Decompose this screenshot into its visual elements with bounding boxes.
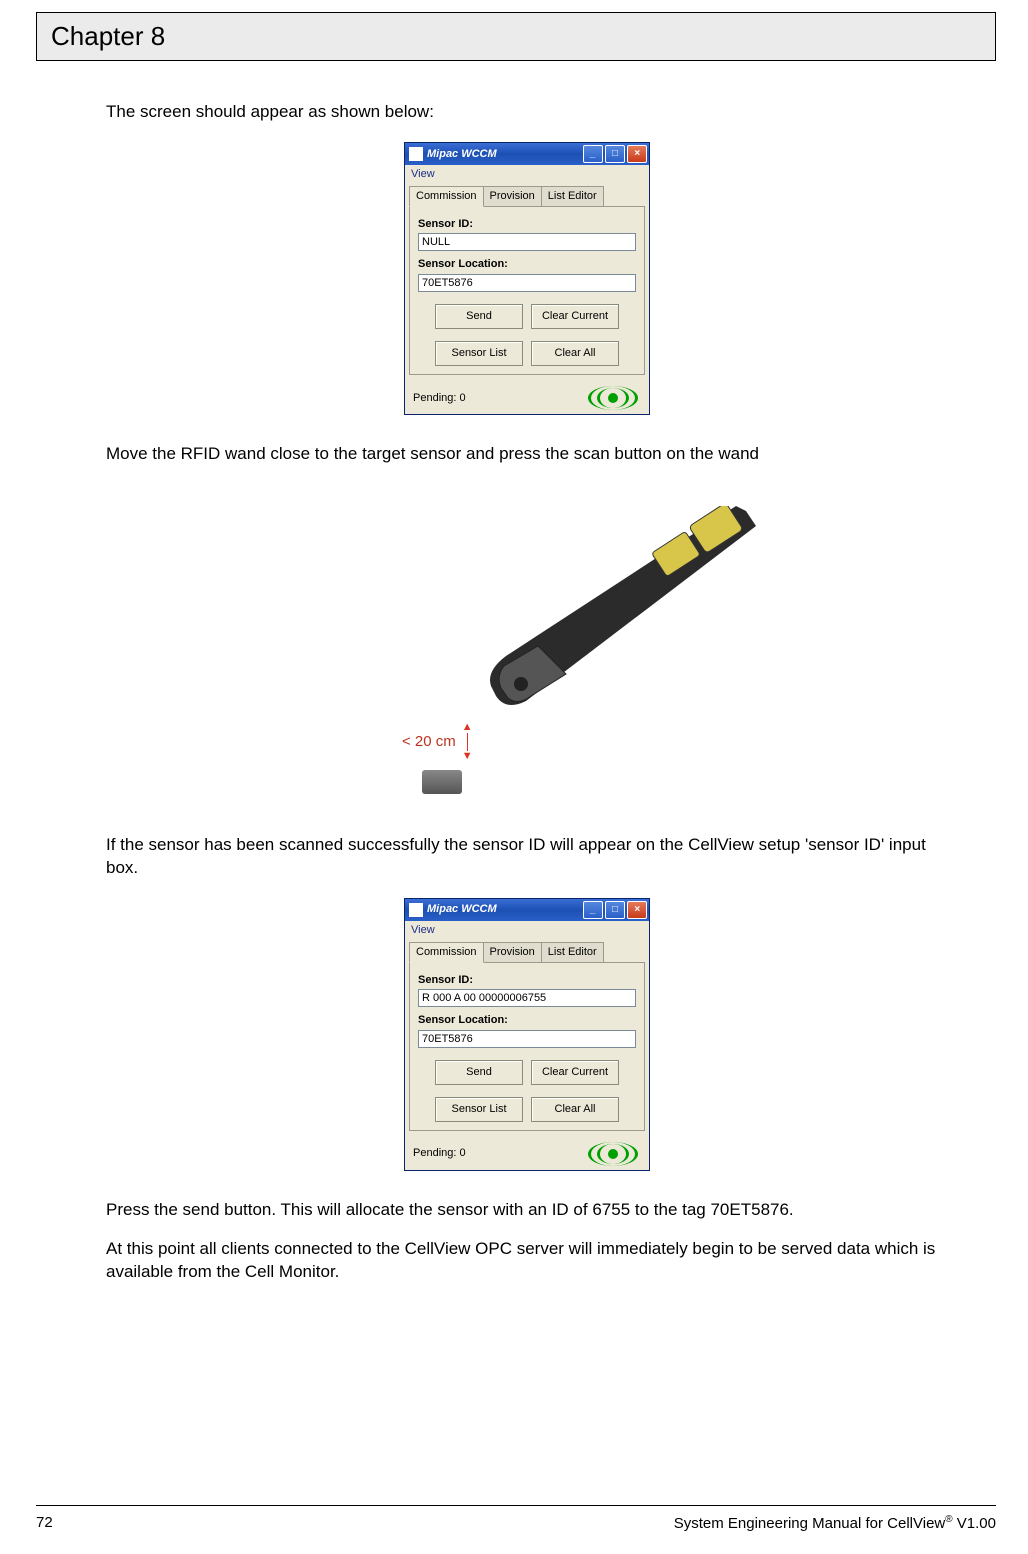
paragraph-1: The screen should appear as shown below: [106,101,948,124]
clear-all-button[interactable]: Clear All [531,341,619,366]
page-number: 72 [36,1514,53,1532]
maximize-icon[interactable]: □ [605,901,625,919]
tab-list-editor[interactable]: List Editor [541,942,604,963]
chapter-header: Chapter 8 [36,12,996,61]
menu-view[interactable]: View [405,165,649,184]
pending-label: Pending: 0 [413,1146,466,1161]
send-button[interactable]: Send [435,1060,523,1085]
pending-label: Pending: 0 [413,391,466,406]
window-title: Mipac WCCM [427,147,497,162]
distance-arrow-icon: ▲▼ [462,722,473,762]
clear-current-button[interactable]: Clear Current [531,1060,619,1085]
paragraph-5: At this point all clients connected to t… [106,1238,948,1284]
titlebar: Mipac WCCM _ □ × [405,899,649,921]
clear-all-button[interactable]: Clear All [531,1097,619,1122]
minimize-icon[interactable]: _ [583,901,603,919]
paragraph-3: If the sensor has been scanned successfu… [106,834,948,880]
sensor-location-input[interactable] [418,274,636,292]
tab-provision[interactable]: Provision [483,942,542,963]
tab-commission[interactable]: Commission [409,186,484,207]
screenshot-window-2: Mipac WCCM _ □ × View Commission Provisi… [404,898,650,1171]
label-sensor-id: Sensor ID: [418,217,636,232]
sensor-id-input[interactable] [418,989,636,1007]
menu-view[interactable]: View [405,921,649,940]
label-sensor-location: Sensor Location: [418,1013,636,1028]
sensor-list-button[interactable]: Sensor List [435,1097,523,1122]
label-sensor-id: Sensor ID: [418,973,636,988]
minimize-icon[interactable]: _ [583,145,603,163]
rfid-wand-diagram: < 20 cm ▲▼ [106,506,948,806]
titlebar: Mipac WCCM _ □ × [405,143,649,165]
tab-list-editor[interactable]: List Editor [541,186,604,207]
label-sensor-location: Sensor Location: [418,257,636,272]
app-icon [409,147,423,161]
screenshot-window-1: Mipac WCCM _ □ × View Commission Provisi… [404,142,650,415]
sensor-list-button[interactable]: Sensor List [435,341,523,366]
tab-provision[interactable]: Provision [483,186,542,207]
sensor-icon [422,770,462,794]
send-button[interactable]: Send [435,304,523,329]
page-footer: 72 System Engineering Manual for CellVie… [36,1514,996,1532]
signal-icon [585,1144,641,1164]
footer-rule [36,1505,996,1506]
tab-commission[interactable]: Commission [409,942,484,963]
chapter-title: Chapter 8 [51,21,165,51]
signal-icon [585,388,641,408]
sensor-location-input[interactable] [418,1030,636,1048]
window-title: Mipac WCCM [427,902,497,917]
maximize-icon[interactable]: □ [605,145,625,163]
app-icon [409,903,423,917]
distance-label: < 20 cm [402,732,456,752]
paragraph-4: Press the send button. This will allocat… [106,1199,948,1222]
sensor-id-input[interactable] [418,233,636,251]
paragraph-2: Move the RFID wand close to the target s… [106,443,948,466]
clear-current-button[interactable]: Clear Current [531,304,619,329]
footer-doc-title: System Engineering Manual for CellView® … [674,1514,996,1532]
close-icon[interactable]: × [627,145,647,163]
close-icon[interactable]: × [627,901,647,919]
rfid-wand-illustration [446,506,766,726]
